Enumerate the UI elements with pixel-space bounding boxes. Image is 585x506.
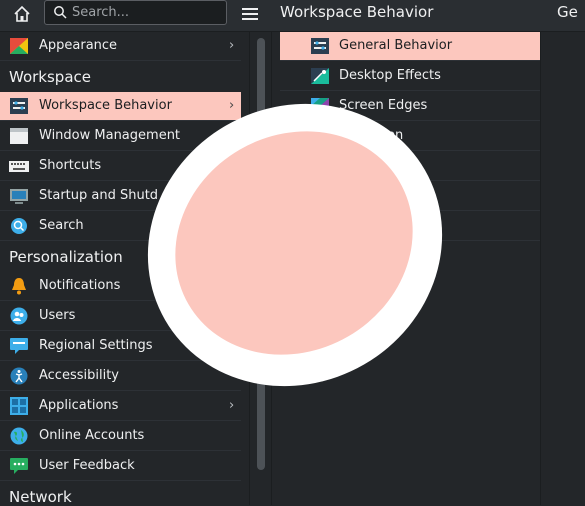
search-icon [53,5,67,19]
list-item-general-behavior[interactable]: General Behavior [280,32,540,61]
window-management-icon [9,127,29,145]
bell-icon [9,277,29,295]
feedback-icon [9,457,29,475]
desktop-effects-icon [310,67,330,85]
workspace-behavior-icon [9,97,29,115]
accessibility-icon [9,367,29,385]
section-personalization: Personalization [9,248,123,266]
sidebar-item-online-accounts[interactable]: Online Accounts [0,422,241,451]
general-behavior-icon [310,37,330,55]
middle-panel-title: Workspace Behavior [280,3,434,21]
search-input[interactable]: Search... [44,0,227,25]
globe-icon [9,427,29,445]
keyboard-icon [9,157,29,175]
list-item-desktop-effects[interactable]: Desktop Effects [280,62,540,91]
hamburger-icon [242,8,258,20]
section-workspace: Workspace [9,68,91,86]
chevron-right-icon: › [229,38,235,53]
sidebar-item-appearance[interactable]: Appearance › [0,32,241,61]
applications-icon [9,397,29,415]
sidebar-item-user-feedback[interactable]: User Feedback [0,452,241,481]
users-icon [9,307,29,325]
right-panel-title: Ge [557,3,578,21]
regional-icon [9,337,29,355]
chevron-right-icon: › [229,398,235,413]
overlay-blob [147,103,443,387]
startup-icon [9,187,29,205]
sidebar-item-applications[interactable]: Applications › [0,392,241,421]
home-button[interactable] [8,2,36,26]
search-placeholder: Search... [72,5,130,20]
hamburger-menu-button[interactable] [237,2,263,26]
home-icon [14,5,30,22]
search-icon [9,217,29,235]
appearance-icon [9,37,29,55]
section-network: Network [9,488,72,506]
